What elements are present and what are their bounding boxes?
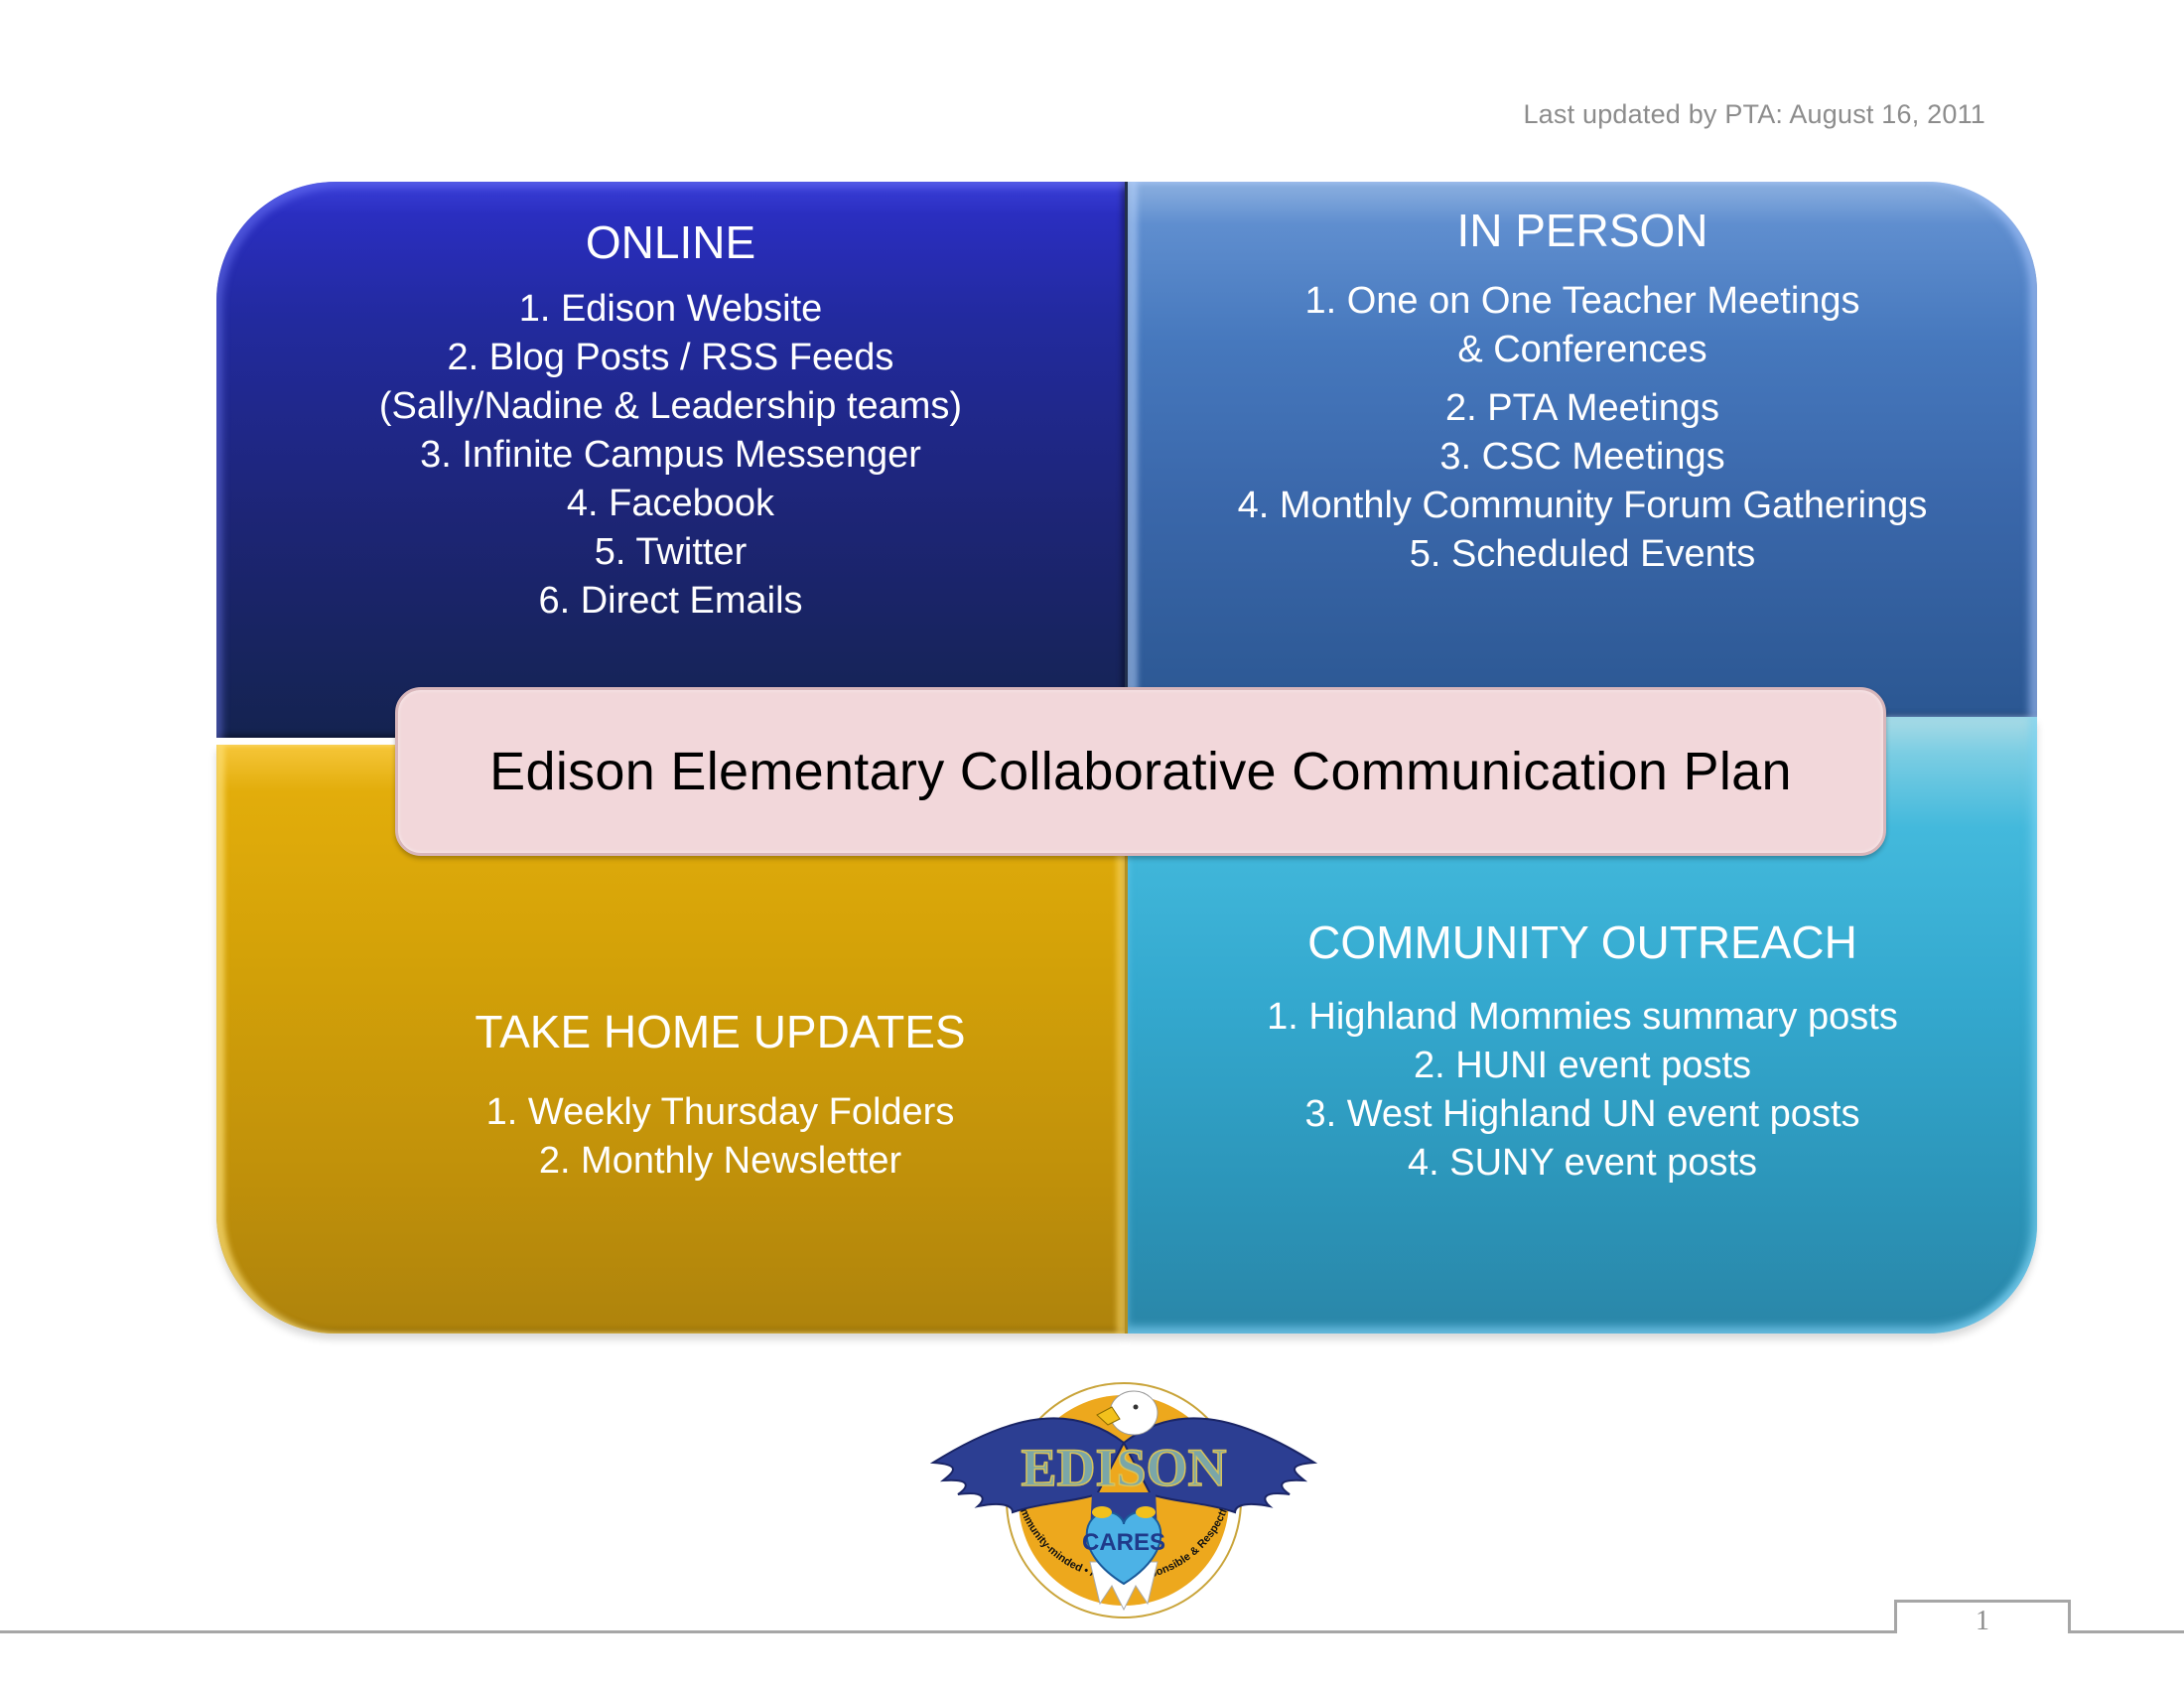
- list-item: 4. SUNY event posts: [1407, 1142, 1758, 1184]
- logo-badge: CARES: [1082, 1529, 1165, 1556]
- list-item: 5. Scheduled Events: [1409, 533, 1756, 575]
- list-item: 3. West Highland UN event posts: [1304, 1093, 1860, 1135]
- logo-name: EDISON: [1021, 1438, 1226, 1497]
- list-item: 2. Monthly Newsletter: [538, 1140, 902, 1182]
- edison-eagle-logo-icon: Community-minded • Aware • Responsible &…: [918, 1364, 1324, 1621]
- quadrant-heading: COMMUNITY OUTREACH: [1307, 916, 1857, 968]
- quadrant-online: ONLINE 1. Edison Website 2. Blog Posts /…: [216, 182, 1125, 738]
- list-item: 1. One on One Teacher Meetings: [1304, 280, 1860, 322]
- quadrant-heading: IN PERSON: [1456, 205, 1708, 256]
- quadrant-heading: TAKE HOME UPDATES: [475, 1006, 966, 1057]
- list-item: 1. Highland Mommies summary posts: [1267, 996, 1898, 1038]
- list-item: 1. Weekly Thursday Folders: [485, 1091, 955, 1133]
- list-item: (Sally/Nadine & Leadership teams): [378, 385, 963, 427]
- list-item: 3. CSC Meetings: [1439, 436, 1725, 478]
- footer-divider: [0, 1630, 1896, 1633]
- list-item: 4. Facebook: [566, 483, 775, 524]
- plan-title-box: Edison Elementary Collaborative Communic…: [395, 687, 1886, 856]
- list-item: & Conferences: [1457, 329, 1707, 370]
- list-item: 2. HUNI event posts: [1413, 1045, 1752, 1086]
- list-item: 2. PTA Meetings: [1445, 387, 1719, 429]
- list-item: 5. Twitter: [594, 531, 748, 573]
- list-item: 4. Monthly Community Forum Gatherings: [1237, 485, 1928, 526]
- page-number: 1: [1894, 1600, 2071, 1636]
- list-item: 3. Infinite Campus Messenger: [420, 434, 921, 476]
- quadrant-heading: ONLINE: [585, 216, 756, 268]
- footer-divider: [2070, 1630, 2184, 1633]
- plan-title: Edison Elementary Collaborative Communic…: [489, 742, 1792, 801]
- quadrant-in-person: IN PERSON 1. One on One Teacher Meetings…: [1125, 182, 2037, 718]
- list-item: 6. Direct Emails: [538, 580, 803, 622]
- list-item: 1. Edison Website: [518, 288, 823, 330]
- list-item: 2. Blog Posts / RSS Feeds: [447, 337, 894, 378]
- last-updated-note: Last updated by PTA: August 16, 2011: [1523, 99, 1985, 129]
